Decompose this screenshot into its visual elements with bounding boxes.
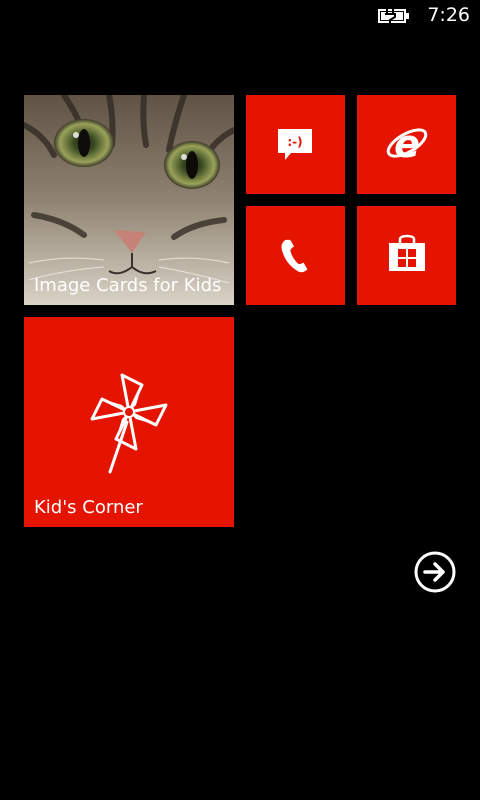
tile-label: Kid's Corner [34, 497, 143, 518]
store-icon [389, 234, 425, 271]
tile-internet-explorer[interactable]: e [357, 95, 456, 194]
phone-icon [281, 239, 308, 273]
svg-text:e: e [394, 122, 420, 166]
message-icon: :-) [278, 129, 312, 160]
svg-text::-): :-) [287, 135, 302, 149]
status-bar: 7:26 [0, 0, 480, 32]
clock: 7:26 [427, 4, 470, 26]
tile-messaging[interactable]: :-) [246, 95, 345, 194]
tile-phone[interactable] [246, 206, 345, 305]
battery-charging-icon [378, 9, 409, 23]
tile-image-cards-for-kids[interactable]: Image Cards for Kids [24, 95, 234, 305]
internet-explorer-icon: e [386, 122, 428, 166]
cat-photo [24, 95, 234, 305]
tile-store[interactable] [357, 206, 456, 305]
tile-kids-corner[interactable]: Kid's Corner [24, 317, 234, 527]
tile-label: Image Cards for Kids [34, 275, 222, 296]
arrow-right-circle-icon[interactable] [414, 551, 456, 593]
pinwheel-icon [90, 373, 168, 474]
